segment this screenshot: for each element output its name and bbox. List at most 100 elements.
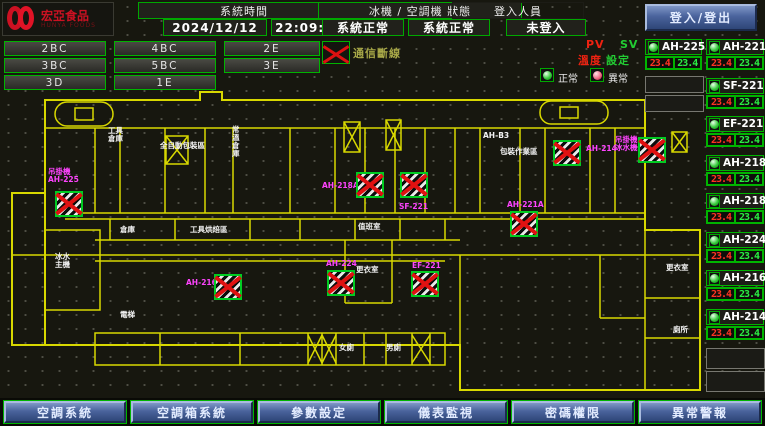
system-time-label: 系統時間: [220, 3, 268, 19]
chiller-status-value: 系統正常: [322, 19, 404, 36]
sv-header: SV: [620, 38, 638, 51]
unit-status-led: [709, 311, 720, 324]
unit-values-ah-218a: 23.423.4: [706, 172, 764, 186]
unit-label: 吊掛機 冰水機: [615, 136, 638, 152]
floor-button-2bc[interactable]: 2BC: [4, 41, 106, 56]
unit-name-label: AH-216: [723, 272, 765, 284]
unit-name-label: AH-225: [662, 41, 705, 53]
brand-subtitle: HUNYA FOODS: [41, 22, 96, 29]
login-logout-button[interactable]: 登入/登出: [645, 4, 757, 31]
comm-loss-label: 通信斷線: [353, 45, 401, 61]
unit-ah-225[interactable]: AH-225: [645, 39, 702, 55]
unit-sf-221[interactable]: SF-221: [706, 78, 764, 94]
ahu-disconnected-icon[interactable]: [356, 172, 384, 198]
nav-button-4[interactable]: 儀表監視: [385, 401, 507, 423]
room-label: 電梯: [120, 311, 135, 319]
nav-slot: 空調箱系統: [130, 400, 254, 424]
sv-value: 23.4: [735, 250, 763, 262]
floor-button-4bc[interactable]: 4BC: [114, 41, 216, 56]
room-label: 包裝作業區: [500, 148, 538, 156]
sv-value: 23.4: [735, 134, 763, 146]
empty-slot: [645, 95, 704, 112]
room-label: 更衣室: [356, 266, 379, 274]
unit-ah-221a[interactable]: AH-221A: [706, 39, 764, 55]
unit-values-ah-224: 23.423.4: [706, 249, 764, 263]
unit-status-led: [709, 118, 720, 131]
unit-name-label: SF-221: [723, 80, 764, 92]
pv-header: PV: [586, 38, 605, 51]
ahu-disconnected-icon[interactable]: [214, 274, 242, 300]
ahu-disconnected-icon[interactable]: [553, 140, 581, 166]
floor-button-3e[interactable]: 3E: [224, 58, 320, 73]
unit-label: EF-221: [412, 262, 441, 270]
abnormal-led-icon: [590, 68, 604, 82]
unit-label: AH-214: [586, 145, 617, 153]
room-label: 倉庫: [120, 226, 135, 234]
unit-label: SF-221: [399, 203, 428, 211]
pv-value: 23.4: [707, 288, 735, 300]
sv-value: 23.4: [735, 288, 763, 300]
bottom-nav-bar: 空調系統空調箱系統參數設定儀表監視密碼權限異常警報: [0, 398, 765, 426]
room-label: 工具 倉庫: [108, 127, 123, 143]
unit-ah-214[interactable]: AH-214: [706, 309, 764, 325]
room-label: 全自動包裝區: [160, 142, 205, 150]
floor-button-2e[interactable]: 2E: [224, 41, 320, 56]
empty-slot: [645, 76, 704, 93]
sv-value: 23.4: [735, 96, 763, 108]
unit-values-ah-216: 23.423.4: [706, 287, 764, 301]
pv-value: 23.4: [707, 250, 735, 262]
floor-button-3bc[interactable]: 3BC: [4, 58, 106, 73]
sv-value: 23.4: [735, 211, 763, 223]
floor-button-5bc[interactable]: 5BC: [114, 58, 216, 73]
nav-button-3[interactable]: 參數設定: [258, 401, 380, 423]
unit-ah-218b[interactable]: AH-218B: [706, 193, 764, 209]
sv-value: 23.4: [735, 327, 763, 339]
empty-slot: [706, 348, 765, 369]
normal-led-icon: [540, 68, 554, 82]
room-label: 更衣室: [666, 264, 689, 272]
unit-label: 吊掛機 AH-225: [48, 168, 79, 184]
nav-button-2[interactable]: 空調箱系統: [131, 401, 253, 423]
chiller-status-text: 系統正常: [337, 19, 389, 36]
nav-slot: 參數設定: [257, 400, 381, 424]
unit-values-ah-218b: 23.423.4: [706, 210, 764, 224]
ahu-disconnected-icon[interactable]: [55, 191, 83, 217]
unit-ah-216[interactable]: AH-216: [706, 270, 764, 286]
nav-button-1[interactable]: 空調系統: [4, 401, 126, 423]
unit-values-ah-221a: 23.423.4: [706, 56, 764, 70]
unit-status-led: [709, 41, 720, 54]
ahu-disconnected-icon[interactable]: [510, 211, 538, 237]
unit-values-ah-225: 23.423.4: [645, 56, 702, 70]
ahu-disconnected-icon[interactable]: [327, 270, 355, 296]
unit-status-led: [709, 157, 720, 170]
ahu-disconnected-icon[interactable]: [400, 172, 428, 198]
ahu-status-text: 系統正常: [423, 19, 475, 36]
scada-screen: 宏亞食品 HUNYA FOODS 系統時間 2024/12/12 22:09:5…: [0, 0, 765, 426]
unit-ah-224[interactable]: AH-224: [706, 232, 764, 248]
nav-button-6[interactable]: 異常警報: [639, 401, 761, 423]
unit-label: AH-221A: [507, 201, 544, 209]
ahu-disconnected-icon[interactable]: [411, 271, 439, 297]
comm-loss-icon: [322, 41, 350, 64]
unit-label: AH-216: [186, 279, 217, 287]
unit-name-label: AH-218A: [723, 157, 765, 169]
empty-slot: [706, 371, 765, 392]
room-label: 女廁: [339, 344, 354, 352]
floorplan: 吊掛機 AH-225AH-216AH-218ASF-221AH-214吊掛機 冰…: [0, 88, 765, 398]
room-label: 廁所: [673, 326, 688, 334]
nav-button-5[interactable]: 密碼權限: [512, 401, 634, 423]
unit-label: AH-224: [326, 260, 357, 268]
room-label: 值班室: [358, 223, 381, 231]
unit-values-ef-221: 23.423.4: [706, 133, 764, 147]
pv-sub-label: 溫度: [578, 52, 602, 68]
unit-name-label: AH-224: [723, 234, 765, 246]
unit-ah-218a[interactable]: AH-218A: [706, 155, 764, 171]
unit-ef-221[interactable]: EF-221: [706, 116, 764, 132]
unit-status-led: [709, 272, 720, 285]
normal-label: 正常: [558, 70, 578, 85]
ahu-disconnected-icon[interactable]: [638, 137, 666, 163]
unit-name-label: AH-221A: [723, 41, 765, 53]
system-date-value: 2024/12/12: [163, 19, 267, 36]
nav-slot: 異常警報: [638, 400, 762, 424]
login-status-value: 未登入: [506, 19, 586, 36]
